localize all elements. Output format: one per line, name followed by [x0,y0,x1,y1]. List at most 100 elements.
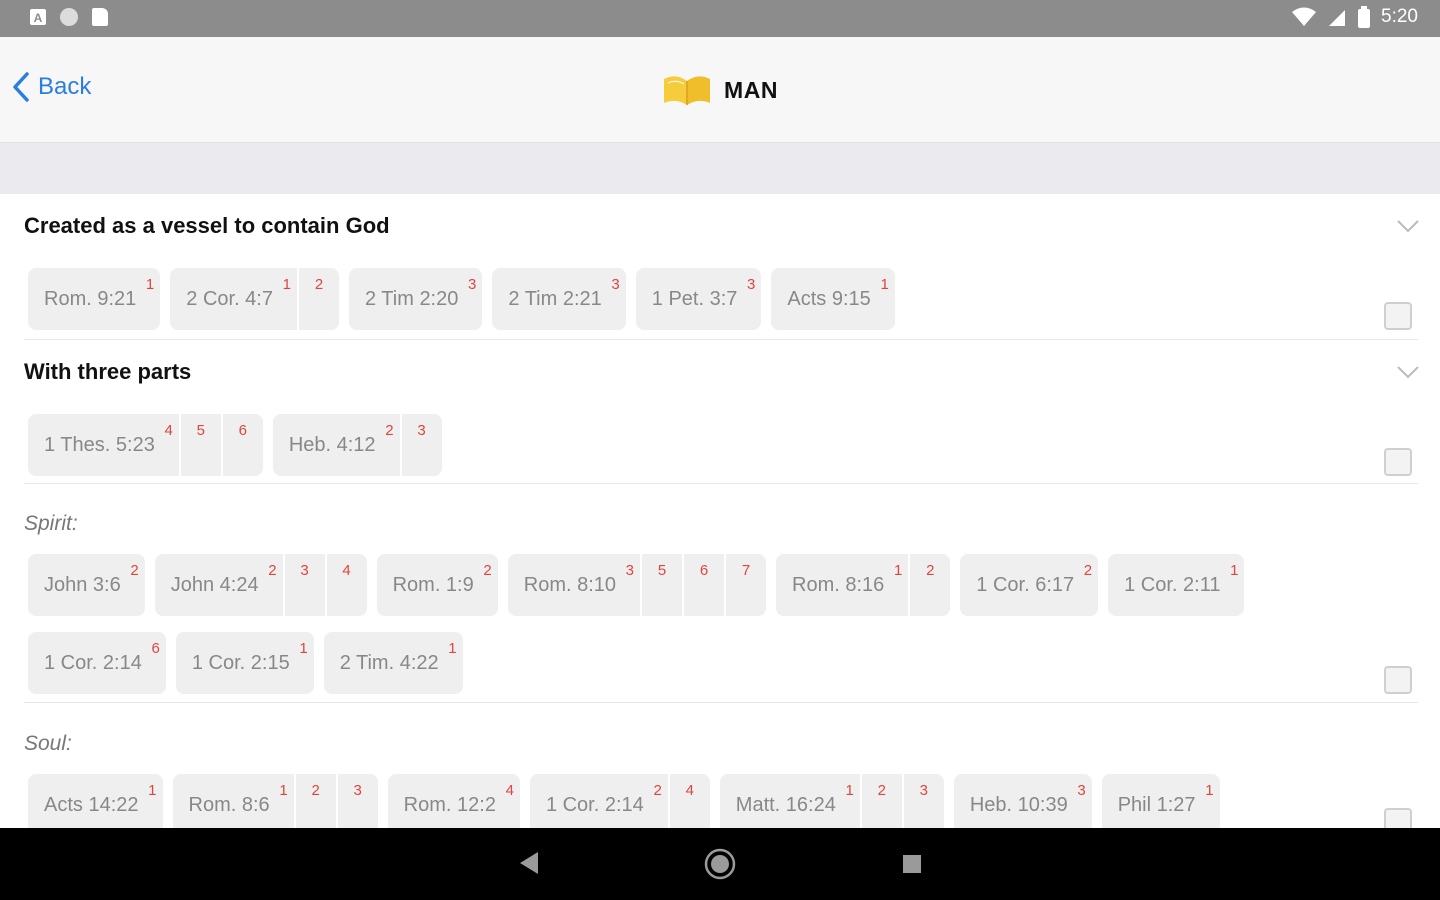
ref-sup: 5 [657,562,667,579]
section-checkbox[interactable] [1384,448,1412,476]
notification-a-icon: A [30,9,46,25]
chevron-down-icon[interactable] [1396,218,1420,234]
nav-recents-icon[interactable] [902,854,922,874]
divider [24,702,1418,703]
ref-label: 1 Cor. 2:14 [545,793,644,816]
section-checkbox[interactable] [1384,302,1412,330]
signal-icon [1329,10,1346,26]
ref-row: Rom. 9:21 1 2 Cor. 4:7 1 2 2 Tim 2:20 3 2 T… [28,268,895,330]
ref-row: 1 Thes. 5:23 4 5 6 Heb. 4:12 2 3 [28,414,442,476]
ref-chip[interactable]: Rom. 8:16 1 2 [776,554,951,616]
ref-label: 2 Tim. 4:22 [339,651,439,674]
ref-sup: 4 [505,782,514,799]
section-checkbox[interactable] [1384,666,1412,694]
subsection-label: Soul: [24,732,72,755]
ref-label: Acts 14:22 [44,793,139,816]
ref-label: 1 Thes. 5:23 [44,433,155,456]
ref-sup: 3 [468,276,477,293]
ref-chip[interactable]: Rom. 8:10 3 5 6 7 [507,554,767,616]
ref-chip[interactable]: Acts 14:22 1 [28,774,163,828]
ref-label: 1 Cor. 2:11 [1124,573,1221,596]
ref-sup: 1 [845,782,854,799]
ref-sup: 7 [741,562,751,579]
ref-label: Rom. 12:2 [403,793,496,816]
ref-sup: 4 [164,422,173,439]
ref-label: 1 Cor. 6:17 [976,573,1075,596]
ref-sup: 2 [483,562,492,579]
ref-sup: 4 [685,782,694,799]
ref-sup: 3 [300,562,309,579]
ref-label: Heb. 4:12 [288,433,376,456]
ref-chip[interactable]: 1 Thes. 5:23 4 5 6 [28,414,263,476]
ref-chip[interactable]: Rom. 8:6 1 2 3 [172,774,378,828]
ref-chip[interactable]: 2 Tim. 4:22 1 [323,632,463,694]
ref-chip[interactable]: 1 Cor. 2:14 6 [28,632,166,694]
ref-sup: 5 [196,422,205,439]
ref-chip[interactable]: Rom. 9:21 1 [28,268,161,330]
ref-label: 2 Tim 2:21 [508,287,602,310]
ref-sup: 1 [279,782,288,799]
ref-sup: 2 [1083,562,1093,579]
ref-label: 2 Tim 2:20 [364,287,459,310]
ref-sup: 1 [448,640,457,657]
ref-label: Acts 9:15 [787,287,871,310]
ref-row: 1 Cor. 2:14 6 1 Cor. 2:15 1 2 Tim. 4:22 1 [28,632,463,694]
ref-chip[interactable]: 2 Tim 2:20 3 [348,268,483,330]
ref-sup: 2 [653,782,662,799]
ref-sup: 3 [625,562,635,579]
section-checkbox[interactable] [1384,808,1412,828]
ref-label: 1 Cor. 2:15 [191,651,290,674]
content-list[interactable]: Created as a vessel to contain God Rom. … [0,194,1440,828]
ref-label: Rom. 8:16 [792,573,885,596]
book-icon [664,76,711,105]
ref-chip[interactable]: 2 Tim 2:21 3 [492,268,626,330]
ref-chip[interactable]: John 3:6 2 [28,554,145,616]
ref-label: 2 Cor. 4:7 [186,287,273,310]
app-bar: Back MAN [0,37,1440,143]
ref-sup: 6 [238,422,247,439]
ref-label: 1 Cor. 2:14 [44,651,142,674]
battery-icon [1358,6,1371,28]
ref-chip[interactable]: Acts 9:15 1 [771,268,895,330]
ref-label: John 3:6 [44,573,121,596]
ref-chip[interactable]: Rom. 1:9 2 [376,554,498,616]
ref-row: Acts 14:22 1 Rom. 8:6 1 2 3 Rom. 12:2 4 1 C… [28,774,1220,828]
ref-sup: 2 [926,562,935,579]
nav-back-icon[interactable] [518,850,540,876]
ref-sup: 2 [130,562,139,579]
ref-chip[interactable]: Heb. 10:39 3 [953,774,1092,828]
ref-sup: 1 [893,562,903,579]
ref-sup: 3 [1077,782,1086,799]
ref-chip[interactable]: 1 Cor. 2:14 2 4 [529,774,710,828]
ref-chip[interactable]: Phil 1:27 1 [1101,774,1220,828]
chevron-down-icon[interactable] [1396,364,1420,380]
ref-sup: 3 [353,782,362,799]
ref-label: John 4:24 [170,573,259,596]
wifi-icon [1292,7,1317,26]
status-system: 5:20 [1291,6,1418,28]
ref-chip[interactable]: Heb. 4:12 2 3 [272,414,442,476]
ref-chip[interactable]: 1 Cor. 6:17 2 [960,554,1099,616]
ref-label: Rom. 8:10 [523,573,617,596]
ref-chip[interactable]: Rom. 12:2 4 [387,774,520,828]
ref-chip[interactable]: John 4:24 2 3 4 [154,554,367,616]
ref-sup: 2 [268,562,277,579]
subsection-label: Spirit: [24,512,78,535]
status-bar: A 5:20 [0,0,1440,37]
nav-home-icon[interactable] [704,848,736,880]
ref-chip[interactable]: 1 Cor. 2:15 1 [175,632,314,694]
ref-label: Phil 1:27 [1117,793,1196,816]
ref-label: Matt. 16:24 [735,793,836,816]
ref-chip[interactable]: Matt. 16:24 1 2 3 [719,774,944,828]
ref-sup: 1 [299,640,308,657]
ref-chip[interactable]: 1 Cor. 2:11 1 [1108,554,1245,616]
ref-sup: 2 [314,276,324,293]
ref-label: Rom. 8:6 [188,793,270,816]
status-notifications: A [30,8,108,26]
status-time: 5:20 [1381,6,1418,27]
ref-label: 1 Pet. 3:7 [651,287,738,310]
ref-chip[interactable]: 2 Cor. 4:7 1 2 [170,268,339,330]
ref-chip[interactable]: 1 Pet. 3:7 3 [635,268,762,330]
ref-sup: 3 [417,422,426,439]
ref-label: Rom. 9:21 [44,287,137,310]
